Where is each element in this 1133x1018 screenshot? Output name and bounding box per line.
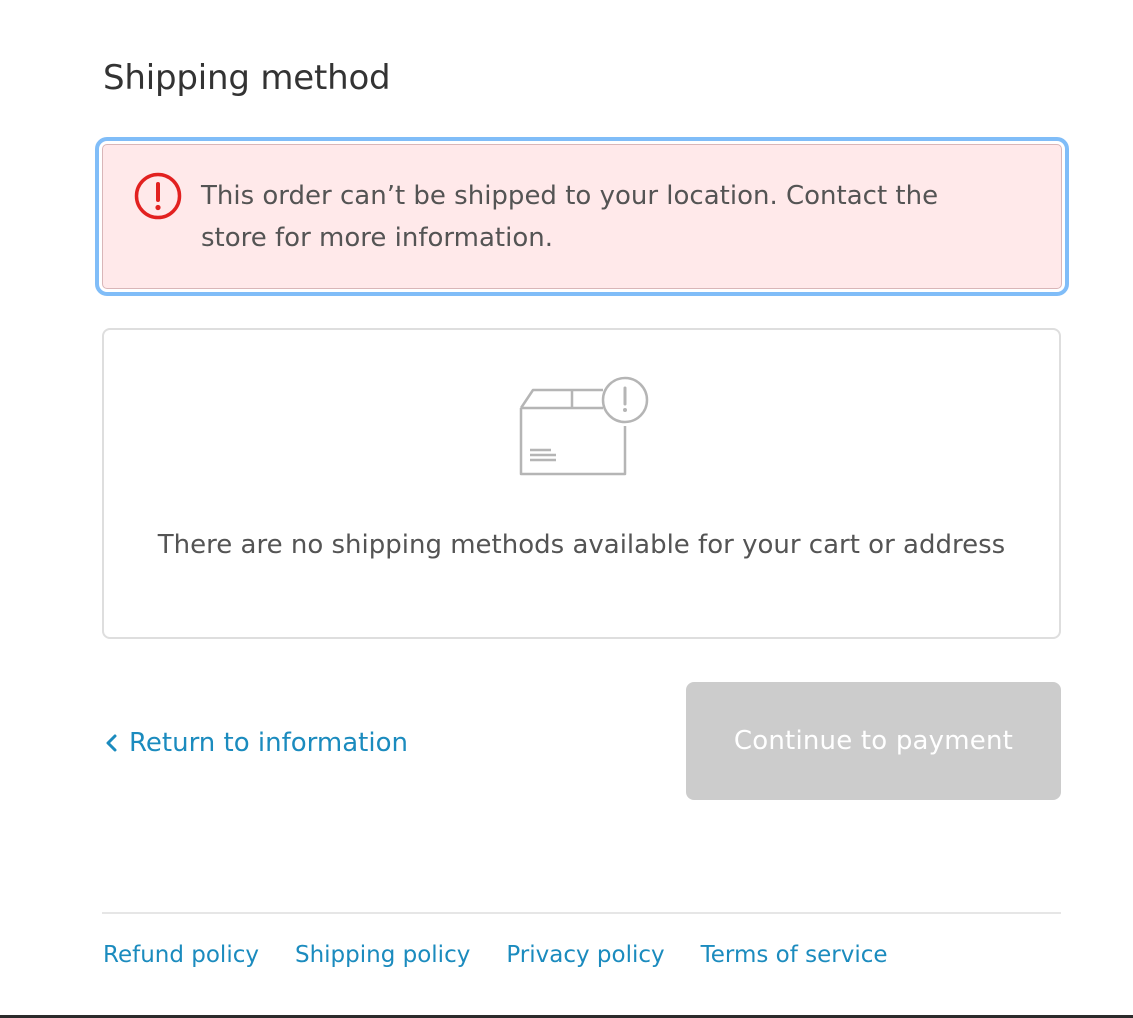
package-warning-icon (519, 376, 649, 476)
error-circle-icon (134, 172, 182, 220)
error-alert: This order can’t be shipped to your loca… (102, 144, 1062, 289)
continue-to-payment-button[interactable]: Continue to payment (686, 682, 1061, 800)
alert-message: This order can’t be shipped to your loca… (201, 181, 939, 253)
checkout-shipping-page: Shipping method This order can’t be ship… (0, 0, 1133, 1018)
shipping-methods-empty-state: There are no shipping methods available … (102, 328, 1061, 639)
terms-of-service-link[interactable]: Terms of service (701, 942, 888, 968)
empty-state-message: There are no shipping methods available … (157, 530, 1006, 560)
return-link-label: Return to information (129, 728, 408, 758)
section-title: Shipping method (103, 58, 391, 98)
footer-divider (102, 912, 1061, 914)
chevron-left-icon (106, 734, 117, 752)
refund-policy-link[interactable]: Refund policy (103, 942, 259, 968)
return-to-information-link[interactable]: Return to information (103, 724, 408, 762)
shipping-policy-link[interactable]: Shipping policy (295, 942, 470, 968)
privacy-policy-link[interactable]: Privacy policy (506, 942, 664, 968)
footer-policy-links: Refund policy Shipping policy Privacy po… (103, 942, 888, 968)
